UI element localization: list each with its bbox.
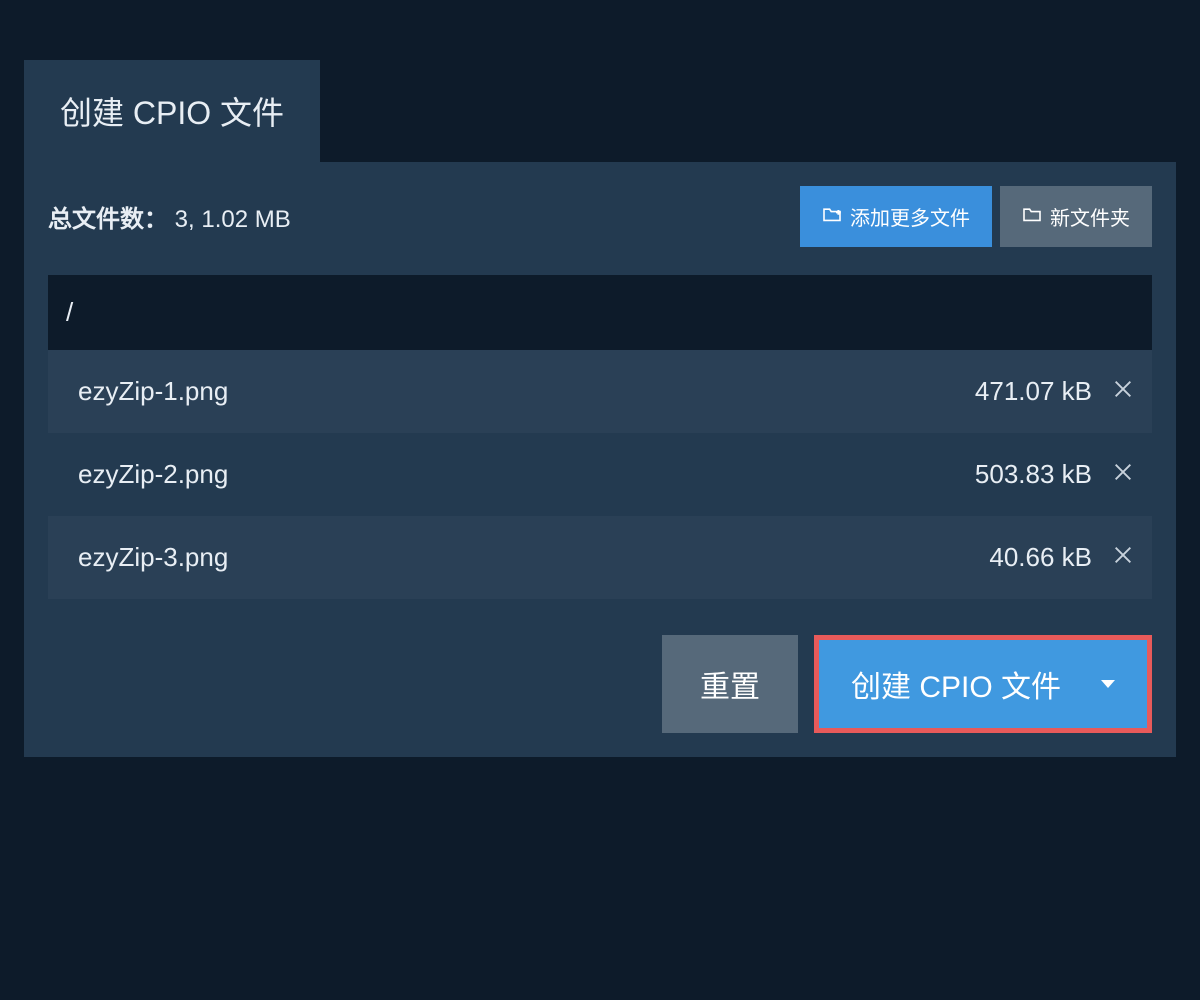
file-row[interactable]: ezyZip-2.png 503.83 kB [48, 433, 1152, 516]
content-panel: 总文件数： 3, 1.02 MB 添加更多文件 [24, 162, 1176, 757]
close-icon[interactable] [1112, 459, 1134, 490]
new-folder-label: 新文件夹 [1050, 202, 1130, 231]
reset-button[interactable]: 重置 [662, 635, 798, 733]
add-files-label: 添加更多文件 [850, 202, 970, 231]
file-row[interactable]: ezyZip-3.png 40.66 kB [48, 516, 1152, 599]
toolbar: 总文件数： 3, 1.02 MB 添加更多文件 [48, 186, 1152, 247]
file-size: 471.07 kB [975, 376, 1092, 407]
file-row[interactable]: ezyZip-1.png 471.07 kB [48, 350, 1152, 433]
folder-icon [1022, 205, 1042, 228]
create-button-highlight: 创建 CPIO 文件 [814, 635, 1152, 733]
file-size: 40.66 kB [989, 542, 1092, 573]
file-count-label: 总文件数： [48, 206, 168, 233]
file-meta: 503.83 kB [975, 459, 1134, 490]
new-folder-button[interactable]: 新文件夹 [1000, 186, 1152, 247]
file-list: / ezyZip-1.png 471.07 kB ezyZip- [48, 275, 1152, 599]
add-files-button[interactable]: 添加更多文件 [800, 186, 992, 247]
caret-down-icon [1101, 680, 1115, 688]
toolbar-buttons: 添加更多文件 新文件夹 [800, 186, 1152, 247]
reset-label: 重置 [700, 671, 760, 704]
create-label: 创建 CPIO 文件 [851, 662, 1061, 706]
close-icon[interactable] [1112, 542, 1134, 573]
file-name: ezyZip-3.png [78, 542, 989, 573]
tab-title: 创建 CPIO 文件 [60, 95, 284, 131]
tab-create-cpio[interactable]: 创建 CPIO 文件 [24, 60, 320, 162]
file-name: ezyZip-1.png [78, 376, 975, 407]
current-path: / [66, 297, 73, 327]
action-bar: 重置 创建 CPIO 文件 [48, 635, 1152, 733]
path-row[interactable]: / [48, 275, 1152, 350]
file-size: 503.83 kB [975, 459, 1092, 490]
file-meta: 471.07 kB [975, 376, 1134, 407]
file-count-value: 3, 1.02 MB [175, 206, 291, 233]
file-meta: 40.66 kB [989, 542, 1134, 573]
file-rows: ezyZip-1.png 471.07 kB ezyZip-2.png 503.… [48, 350, 1152, 599]
folder-add-icon [822, 205, 842, 228]
create-cpio-button[interactable]: 创建 CPIO 文件 [819, 640, 1147, 728]
file-count-summary: 总文件数： 3, 1.02 MB [48, 199, 291, 234]
file-name: ezyZip-2.png [78, 459, 975, 490]
close-icon[interactable] [1112, 376, 1134, 407]
